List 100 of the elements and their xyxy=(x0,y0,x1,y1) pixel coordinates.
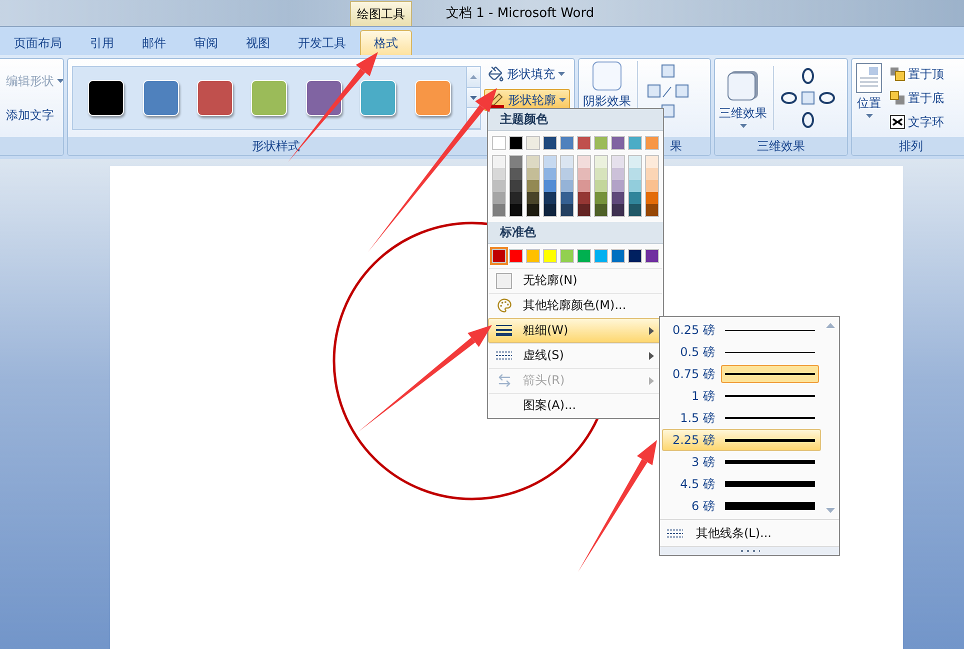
shape-style-swatch[interactable] xyxy=(251,80,288,116)
color-swatch[interactable] xyxy=(509,249,523,263)
color-swatch[interactable] xyxy=(493,192,505,204)
color-swatch[interactable] xyxy=(595,168,607,180)
position-button[interactable]: 位置 xyxy=(856,63,882,118)
ribbon-tab[interactable]: 引用 xyxy=(76,30,128,55)
color-swatch[interactable] xyxy=(577,249,591,263)
color-swatch[interactable] xyxy=(527,168,539,180)
color-swatch[interactable] xyxy=(510,192,522,204)
color-swatch[interactable] xyxy=(612,180,624,192)
color-swatch[interactable] xyxy=(611,136,625,150)
menu-item[interactable]: 0.75 磅 xyxy=(662,363,821,385)
color-swatch[interactable] xyxy=(628,249,642,263)
color-swatch[interactable] xyxy=(595,192,607,204)
menu-item[interactable]: 3 磅 xyxy=(662,451,821,473)
color-swatch[interactable] xyxy=(527,180,539,192)
color-swatch[interactable] xyxy=(544,192,556,204)
color-swatch[interactable] xyxy=(646,180,658,192)
color-swatch[interactable] xyxy=(612,168,624,180)
color-swatch[interactable] xyxy=(646,168,658,180)
color-swatch[interactable] xyxy=(544,168,556,180)
color-swatch[interactable] xyxy=(595,156,607,168)
ribbon-button[interactable]: 形状填充 xyxy=(484,63,570,85)
color-swatch[interactable] xyxy=(493,180,505,192)
color-swatch[interactable] xyxy=(527,204,539,216)
ribbon-tab[interactable]: 邮件 xyxy=(128,30,180,55)
color-swatch[interactable] xyxy=(578,192,590,204)
color-swatch[interactable] xyxy=(595,204,607,216)
color-swatch[interactable] xyxy=(560,136,574,150)
color-swatch[interactable] xyxy=(543,249,557,263)
shape-style-swatch[interactable] xyxy=(414,80,451,116)
color-swatch[interactable] xyxy=(629,168,641,180)
ribbon-tab[interactable]: 格式 xyxy=(360,30,412,55)
scroll-down-icon[interactable] xyxy=(826,508,834,513)
menu-item[interactable]: 1 磅 xyxy=(662,385,821,407)
scroll-up-button[interactable] xyxy=(467,67,480,88)
ribbon-tab[interactable]: 开发工具 xyxy=(284,30,360,55)
color-swatch[interactable] xyxy=(611,249,625,263)
menu-item[interactable]: 无轮廓(N) xyxy=(488,268,663,293)
color-swatch[interactable] xyxy=(595,180,607,192)
menu-item[interactable]: 1.5 磅 xyxy=(662,407,821,429)
color-swatch[interactable] xyxy=(629,192,641,204)
color-swatch[interactable] xyxy=(646,204,658,216)
color-swatch[interactable] xyxy=(645,249,659,263)
color-swatch[interactable] xyxy=(492,249,506,263)
shape-style-swatch[interactable] xyxy=(306,80,342,116)
color-swatch[interactable] xyxy=(493,204,505,216)
color-swatch[interactable] xyxy=(493,156,505,168)
color-swatch[interactable] xyxy=(561,192,573,204)
color-swatch[interactable] xyxy=(509,136,523,150)
ribbon-tab[interactable]: 页面布局 xyxy=(0,30,76,55)
shadow-effects-button[interactable]: 阴影效果 xyxy=(583,61,631,110)
color-swatch[interactable] xyxy=(594,249,608,263)
color-swatch[interactable] xyxy=(544,204,556,216)
color-swatch[interactable] xyxy=(577,136,591,150)
menu-item[interactable]: 6 磅 xyxy=(662,495,821,517)
shape-style-swatch[interactable] xyxy=(88,80,124,116)
color-swatch[interactable] xyxy=(578,156,590,168)
shape-style-swatch[interactable] xyxy=(360,80,396,116)
menu-item[interactable]: 0.25 磅 xyxy=(662,319,821,341)
3d-effects-button[interactable]: 三维效果 xyxy=(719,68,767,128)
color-swatch[interactable] xyxy=(510,156,522,168)
color-swatch[interactable] xyxy=(561,156,573,168)
color-swatch[interactable] xyxy=(527,192,539,204)
shape-style-swatch[interactable] xyxy=(197,80,234,116)
color-swatch[interactable] xyxy=(645,136,659,150)
color-swatch[interactable] xyxy=(510,204,522,216)
color-swatch[interactable] xyxy=(646,192,658,204)
shape-style-swatch[interactable] xyxy=(142,80,179,116)
color-swatch[interactable] xyxy=(629,204,641,216)
color-swatch[interactable] xyxy=(612,156,624,168)
color-swatch[interactable] xyxy=(612,204,624,216)
color-swatch[interactable] xyxy=(560,249,574,263)
color-swatch[interactable] xyxy=(628,136,642,150)
ribbon-button[interactable]: 置于底 xyxy=(886,87,948,109)
color-swatch[interactable] xyxy=(612,192,624,204)
color-swatch[interactable] xyxy=(629,156,641,168)
color-swatch[interactable] xyxy=(493,168,505,180)
ribbon-button[interactable]: 文字环 xyxy=(886,111,948,133)
menu-item[interactable]: 4.5 磅 xyxy=(662,473,821,495)
color-swatch[interactable] xyxy=(578,168,590,180)
menu-item[interactable]: 0.5 磅 xyxy=(662,341,821,363)
color-swatch[interactable] xyxy=(510,168,522,180)
color-swatch[interactable] xyxy=(492,136,506,150)
menu-item[interactable]: 2.25 磅 xyxy=(662,429,821,451)
color-swatch[interactable] xyxy=(526,249,540,263)
context-tab[interactable]: 绘图工具 xyxy=(350,1,412,26)
color-swatch[interactable] xyxy=(561,180,573,192)
color-swatch[interactable] xyxy=(629,180,641,192)
color-swatch[interactable] xyxy=(561,204,573,216)
color-swatch[interactable] xyxy=(578,180,590,192)
color-swatch[interactable] xyxy=(526,136,540,150)
scroll-up-icon[interactable] xyxy=(826,323,834,328)
ribbon-button[interactable]: 添加文字 xyxy=(2,104,63,126)
ribbon-tab[interactable]: 审阅 xyxy=(180,30,232,55)
color-swatch[interactable] xyxy=(510,180,522,192)
color-swatch[interactable] xyxy=(561,168,573,180)
color-swatch[interactable] xyxy=(543,136,557,150)
resize-grip[interactable] xyxy=(660,547,839,555)
color-swatch[interactable] xyxy=(544,156,556,168)
